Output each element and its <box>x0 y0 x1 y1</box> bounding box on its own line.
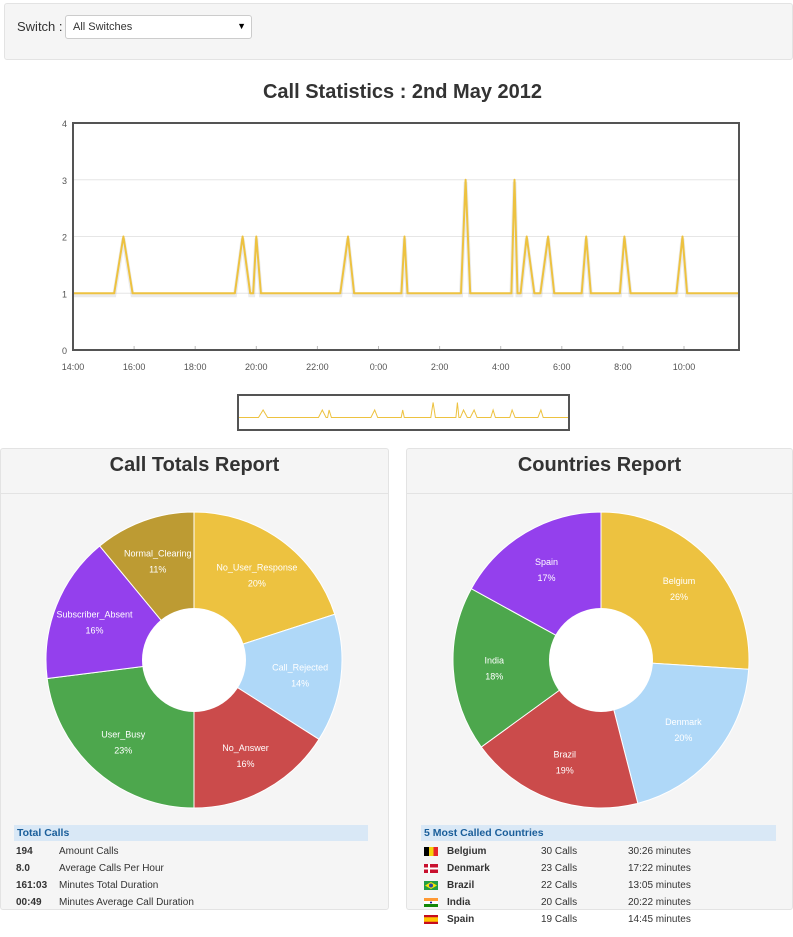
denmark-flag-icon <box>424 864 438 873</box>
country-name: Denmark <box>447 863 490 874</box>
belgium-flag-icon <box>424 847 438 856</box>
slice-percent: 26% <box>670 592 688 602</box>
slice-percent: 18% <box>485 672 503 682</box>
total-calls-label: Average Calls Per Hour <box>59 863 164 874</box>
slice-percent: 17% <box>538 573 556 583</box>
total-calls-value: 8.0 <box>16 863 30 874</box>
country-calls: 22 Calls <box>541 880 578 891</box>
call-totals-title: Call Totals Report <box>1 449 388 494</box>
india-flag-icon <box>424 898 438 907</box>
y-tick-label: 3 <box>62 176 67 186</box>
country-calls: 20 Calls <box>541 897 578 908</box>
countries-panel: Countries Report Belgium 26% Denmark 20% Bra… <box>406 448 793 925</box>
y-tick-label: 4 <box>62 119 67 129</box>
x-tick-label: 6:00 <box>553 362 571 372</box>
slice-label: Subscriber_Absent <box>56 610 133 620</box>
slice-label: Call_Rejected <box>272 662 328 672</box>
x-tick-label: 20:00 <box>245 362 268 372</box>
countries-title: Countries Report <box>407 449 792 494</box>
x-tick-label: 4:00 <box>492 362 510 372</box>
country-name: India <box>447 897 471 908</box>
total-calls-header: Total Calls <box>14 825 368 841</box>
slice-percent: 20% <box>248 578 266 588</box>
total-calls-label: Minutes Average Call Duration <box>59 897 194 908</box>
slice-label: Spain <box>535 557 558 567</box>
switch-select-value: All Switches <box>73 21 133 33</box>
x-tick-label: 10:00 <box>673 362 696 372</box>
y-tick-label: 2 <box>62 233 67 243</box>
total-calls-value: 00:49 <box>16 897 42 908</box>
country-calls: 19 Calls <box>541 914 578 925</box>
slice-percent: 16% <box>86 626 104 636</box>
slice-label: Normal_Clearing <box>124 548 192 558</box>
y-tick-label: 1 <box>62 289 67 299</box>
slice-percent: 11% <box>149 564 166 574</box>
overview-chart[interactable] <box>237 394 571 431</box>
switch-select[interactable]: All Switches ▼ <box>65 15 252 39</box>
slice-percent: 16% <box>237 759 255 769</box>
chart-title: Call Statistics : 2nd May 2012 <box>262 81 542 103</box>
filter-bar: Switch : All Switches ▼ <box>4 3 793 60</box>
slice-percent: 19% <box>556 766 574 776</box>
slice-label: Belgium <box>663 576 696 586</box>
y-tick-label: 0 <box>62 346 67 356</box>
slice-percent: 23% <box>114 745 132 755</box>
slice-label: Brazil <box>553 750 576 760</box>
x-tick-label: 0:00 <box>370 362 388 372</box>
slice-percent: 14% <box>291 678 309 688</box>
x-tick-label: 8:00 <box>614 362 632 372</box>
x-tick-label: 2:00 <box>431 362 449 372</box>
country-minutes: 17:22 minutes <box>628 863 691 874</box>
x-tick-label: 14:00 <box>62 362 85 372</box>
slice-label: User_Busy <box>101 729 146 739</box>
spain-flag-icon <box>424 915 438 924</box>
caret-down-icon: ▼ <box>237 21 246 31</box>
total-calls-label: Amount Calls <box>59 846 119 857</box>
slice-label: India <box>484 656 504 666</box>
country-minutes: 30:26 minutes <box>628 846 691 857</box>
brazil-flag-icon <box>424 881 438 890</box>
donut-hole <box>142 608 246 712</box>
country-name: Belgium <box>447 846 487 857</box>
country-name: Brazil <box>447 880 475 891</box>
countries-header: 5 Most Called Countries <box>421 825 776 841</box>
donut-hole <box>549 608 653 712</box>
slice-label: No_Answer <box>222 743 269 753</box>
x-tick-label: 18:00 <box>184 362 207 372</box>
country-minutes: 14:45 minutes <box>628 914 691 925</box>
country-minutes: 20:22 minutes <box>628 897 691 908</box>
x-tick-label: 16:00 <box>123 362 146 372</box>
countries-pie: Belgium 26% Denmark 20% Brazil 19% India 18% Spa… <box>452 511 750 809</box>
call-statistics-chart: 0 1 2 3 4 14:00 16:00 18:00 20:00 22:00 0:00 2:00 4:… <box>62 119 740 372</box>
country-name: Spain <box>447 914 475 925</box>
total-calls-label: Minutes Total Duration <box>59 880 159 891</box>
country-calls: 23 Calls <box>541 863 578 874</box>
total-calls-value: 161:03 <box>16 880 48 891</box>
switch-label: Switch : <box>17 19 63 34</box>
country-calls: 30 Calls <box>541 846 578 857</box>
slice-percent: 20% <box>674 733 692 743</box>
country-minutes: 13:05 minutes <box>628 880 691 891</box>
slice-label: Denmark <box>665 717 702 727</box>
slice-label: No_User_Response <box>216 562 297 572</box>
call-totals-pie: No_User_Response 20% Call_Rejected 14% No_An… <box>45 511 343 809</box>
x-tick-label: 22:00 <box>306 362 329 372</box>
overview-series-line <box>238 402 569 418</box>
total-calls-value: 194 <box>16 846 33 857</box>
call-totals-panel: Call Totals Report No_User_Response 20% Ca… <box>0 448 389 910</box>
